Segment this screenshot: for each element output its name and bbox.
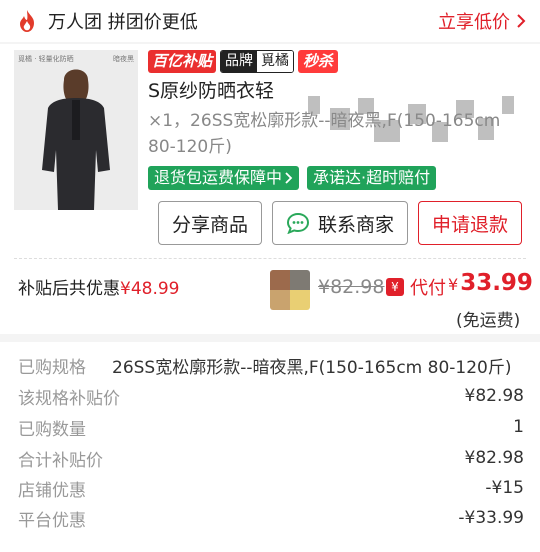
fire-icon: [20, 10, 34, 32]
group-buy-banner: 万人团 拼团价更低 立享低价: [0, 0, 540, 42]
flash-sale-badge: 秒杀: [298, 50, 339, 73]
on-time-guarantee[interactable]: 承诺达·超时赔付: [307, 166, 437, 190]
original-price: ¥82.98: [318, 276, 385, 298]
detail-key: 已购数量: [18, 419, 86, 440]
detail-key: 平台优惠: [18, 510, 86, 531]
subsidy-amount: ¥48.99: [120, 279, 180, 299]
instant-low-price-link[interactable]: 立享低价: [438, 8, 526, 34]
dashed-divider: [14, 258, 526, 259]
action-buttons: 分享商品 联系商家 申请退款: [158, 201, 522, 245]
detail-value: -¥15: [485, 478, 524, 498]
thumbnail-tag-right: 暗夜黑: [113, 55, 134, 63]
guarantee-pills: 退货包运费保障中 承诺达·超时赔付: [148, 166, 437, 190]
paid-amount: ¥33.99: [448, 270, 533, 296]
detail-row-total: 合计补贴价 ¥82.98: [18, 443, 524, 473]
apply-refund-label: 申请退款: [431, 213, 508, 236]
return-shipping-guarantee[interactable]: 退货包运费保障中: [148, 166, 300, 190]
contact-merchant-label: 联系商家: [317, 213, 394, 236]
paid-currency: ¥: [448, 275, 459, 294]
detail-value: 26SS宽松廓形款--暗夜黑,F(150-165cm 80-120斤): [112, 357, 512, 378]
instant-low-price-label: 立享低价: [438, 12, 510, 33]
redacted-mosaic: [300, 94, 520, 150]
return-shipping-label: 退货包运费保障中: [154, 168, 283, 187]
model-figure-image: [42, 69, 110, 210]
detail-key: 已购规格: [18, 357, 86, 378]
thumbnail-tag-left: 覓橘 · 轻量化防晒: [18, 55, 74, 63]
detail-value: -¥33.99: [458, 508, 524, 528]
detail-value: ¥82.98: [464, 448, 524, 468]
detail-key: 该规格补贴价: [18, 388, 120, 409]
chevron-right-icon: [285, 172, 293, 184]
contact-merchant-button[interactable]: 联系商家: [272, 201, 408, 245]
paid-amount-value: 33.99: [460, 270, 533, 296]
apply-refund-button[interactable]: 申请退款: [418, 201, 522, 245]
on-time-label: 承诺达·超时赔付: [313, 168, 431, 187]
product-thumbnail[interactable]: 覓橘 · 轻量化防晒 暗夜黑: [14, 50, 138, 210]
order-details: 已购规格 26SS宽松廓形款--暗夜黑,F(150-165cm 80-120斤)…: [0, 342, 540, 552]
product-badges: 百亿补贴 品牌 覓橘 秒杀: [148, 50, 339, 73]
detail-value: 1: [513, 417, 524, 437]
group-buy-text: 万人团 拼团价更低: [48, 12, 198, 33]
detail-row-spec: 已购规格 26SS宽松廓形款--暗夜黑,F(150-165cm 80-120斤): [18, 350, 524, 380]
proxy-pay-label: 代付: [410, 278, 446, 299]
detail-row-shop-discount: 店铺优惠 -¥15: [18, 473, 524, 503]
subsidy-summary: 补贴后共优惠¥48.99: [18, 274, 179, 299]
share-product-button[interactable]: 分享商品: [158, 201, 262, 245]
payer-avatar[interactable]: [270, 270, 310, 310]
detail-row-unit-price: 该规格补贴价 ¥82.98: [18, 381, 524, 411]
pay-badge-icon: ¥: [386, 278, 404, 296]
detail-row-quantity: 已购数量 1: [18, 412, 524, 442]
brand-badge-key: 品牌: [221, 51, 258, 72]
detail-value: ¥82.98: [464, 386, 524, 406]
detail-key: 合计补贴价: [18, 450, 103, 471]
brand-badge: 品牌 覓橘: [220, 50, 295, 73]
subsidy-label: 补贴后共优惠: [18, 279, 120, 299]
tenbillion-subsidy-badge: 百亿补贴: [148, 50, 217, 73]
chat-bubble-icon: [286, 212, 309, 234]
detail-key: 店铺优惠: [18, 480, 86, 501]
share-product-label: 分享商品: [171, 213, 248, 236]
brand-badge-value: 覓橘: [257, 51, 294, 72]
chevron-right-icon: [517, 14, 526, 28]
product-card: 覓橘 · 轻量化防晒 暗夜黑 百亿补贴 品牌 覓橘 秒杀 S原纱防晒衣轻 ×1，…: [0, 44, 540, 334]
detail-row-platform-discount: 平台优惠 -¥33.99: [18, 503, 524, 533]
free-shipping-note: (免运费): [456, 311, 521, 331]
